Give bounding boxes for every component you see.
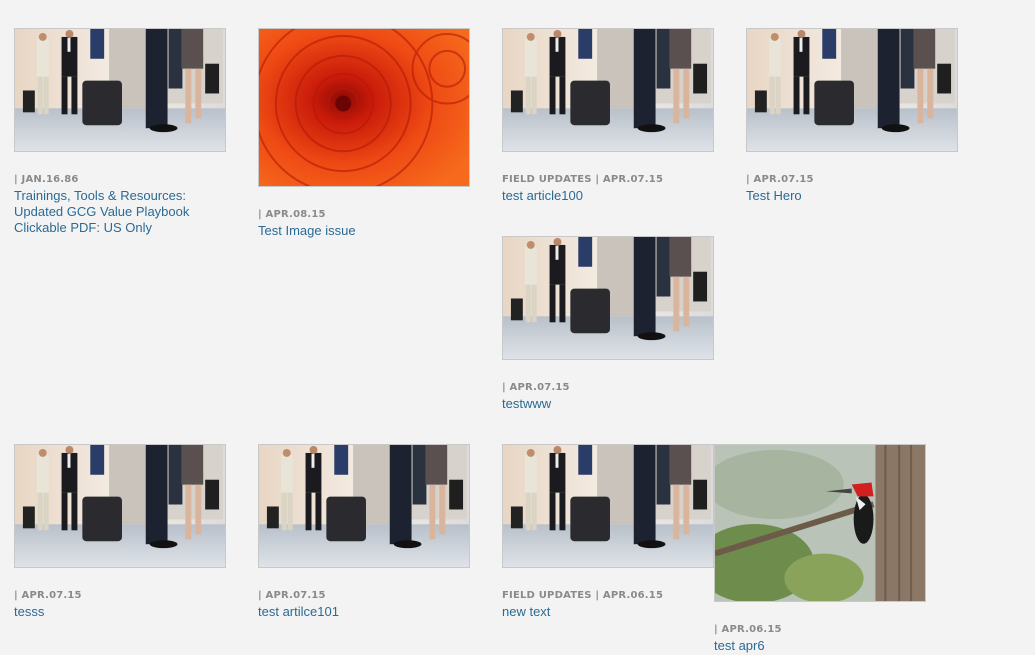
article-date: | APR.06.15 [714,624,782,635]
article-date: | APR.08.15 [258,209,326,220]
article-card: | APR.07.15 Test Hero [746,28,958,204]
article-title-link[interactable]: Test Hero [746,188,958,204]
article-thumbnail-business-travelers[interactable] [746,28,958,152]
article-title-link[interactable]: Test Image issue [258,223,470,239]
article-thumbnail-business-travelers[interactable] [502,28,714,152]
article-thumbnail-business-travelers[interactable] [258,444,470,568]
article-card: | APR.07.15 test artilce101 [258,444,470,620]
article-thumbnail-woodpecker[interactable] [714,444,926,602]
article-date: | APR.07.15 [746,174,814,185]
article-date: | APR.07.15 [502,382,570,393]
article-card: | APR.07.15 testwww [502,236,714,412]
article-date: FIELD UPDATES | APR.07.15 [502,174,664,185]
article-date: | JAN.16.86 [14,174,79,185]
article-title-link[interactable]: test article100 [502,188,714,204]
article-title-link[interactable]: tesss [14,604,226,620]
article-date: | APR.07.15 [14,590,82,601]
article-card: | APR.07.15 tesss [14,444,226,620]
article-card: FIELD UPDATES | APR.07.15 test article10… [502,28,714,204]
article-card: FIELD UPDATES | APR.06.15 new text [502,444,714,620]
article-title-link[interactable]: test artilce101 [258,604,470,620]
article-card: | APR.06.15 test apr6 [714,444,926,654]
article-thumbnail-business-travelers[interactable] [502,236,714,360]
page: { "articles": [ {"date": "| JAN.16.86", … [0,0,1035,655]
article-thumbnail-business-travelers[interactable] [502,444,714,568]
article-title-link[interactable]: new text [502,604,714,620]
article-card: | APR.08.15 Test Image issue [258,28,470,239]
article-thumbnail-business-travelers[interactable] [14,28,226,152]
article-thumbnail-business-travelers[interactable] [14,444,226,568]
article-date: FIELD UPDATES | APR.06.15 [502,590,664,601]
article-title-link[interactable]: test apr6 [714,638,926,654]
article-thumbnail-orange-flower[interactable] [258,28,470,187]
article-date: | APR.07.15 [258,590,326,601]
article-title-link[interactable]: testwww [502,396,714,412]
article-title-link[interactable]: Trainings, Tools & Resources: Updated GC… [14,188,204,236]
article-card: | JAN.16.86 Trainings, Tools & Resources… [14,28,226,236]
